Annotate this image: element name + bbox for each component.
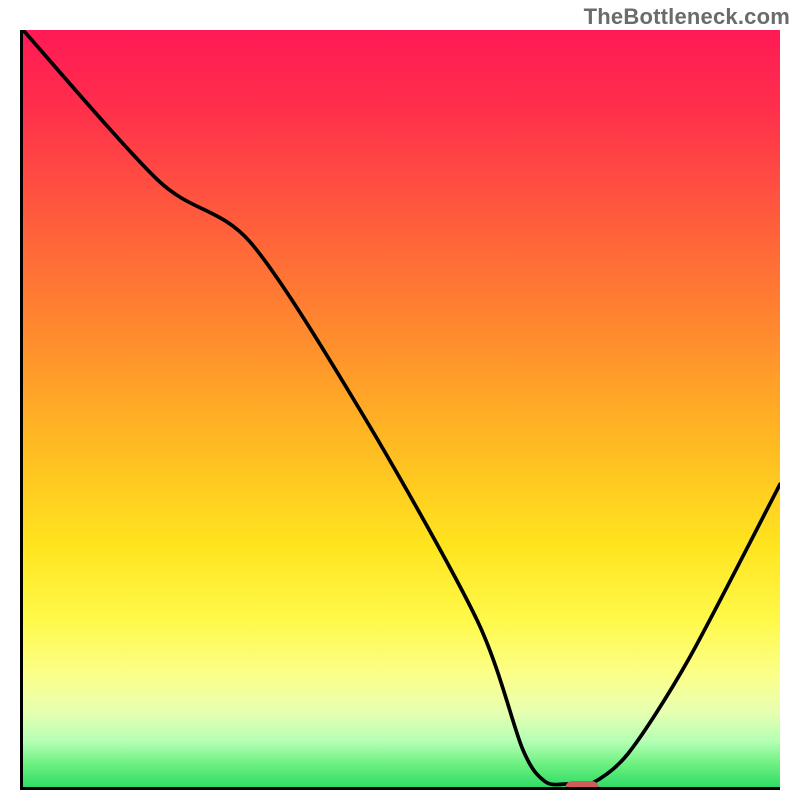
bottleneck-curve (23, 30, 780, 786)
optimum-marker (565, 781, 599, 790)
plot-area (20, 30, 780, 790)
chart-container: TheBottleneck.com (0, 0, 800, 800)
curve-layer (23, 30, 780, 787)
watermark-text: TheBottleneck.com (584, 4, 790, 30)
